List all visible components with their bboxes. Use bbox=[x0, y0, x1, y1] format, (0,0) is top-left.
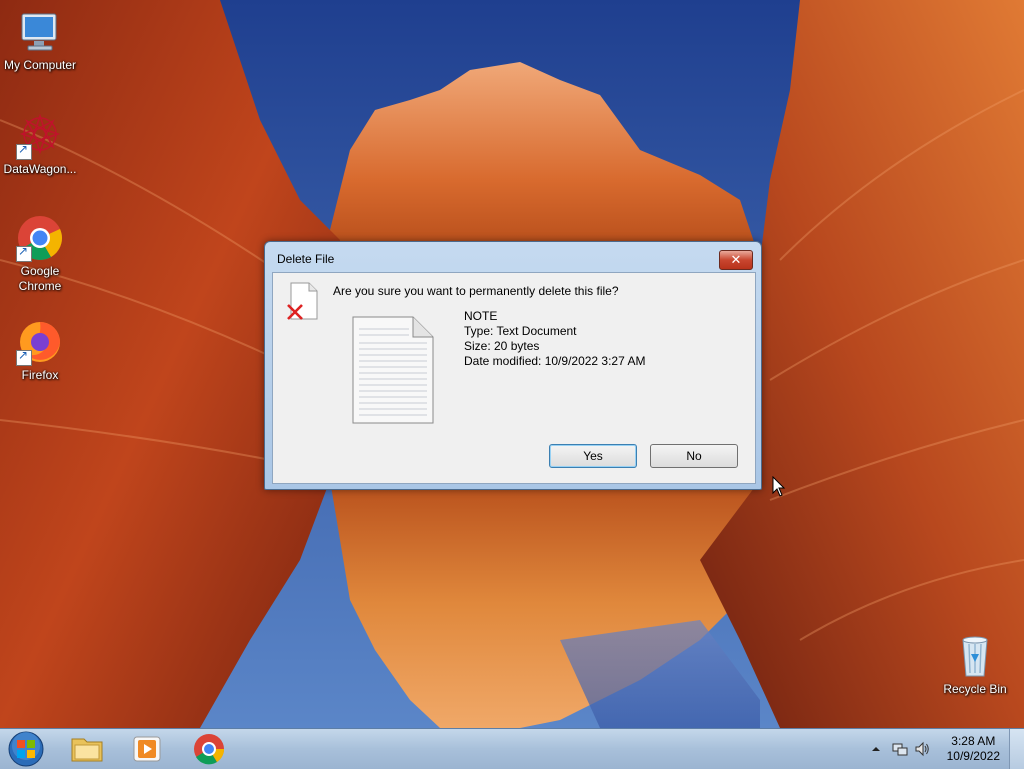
close-button[interactable]: ✕ bbox=[719, 250, 753, 270]
desktop-icon-label: Google Chrome bbox=[18, 264, 62, 293]
shortcut-arrow-icon bbox=[16, 348, 32, 366]
system-clock[interactable]: 3:28 AM 10/9/2022 bbox=[947, 734, 1000, 764]
taskbar: 3:28 AM 10/9/2022 bbox=[0, 728, 1024, 769]
desktop-icon-label: DataWagon... bbox=[3, 162, 77, 176]
dialog-title: Delete File bbox=[277, 252, 335, 266]
delete-file-warning-icon bbox=[285, 281, 321, 321]
show-desktop-button[interactable] bbox=[1009, 729, 1024, 769]
file-name: NOTE bbox=[464, 309, 498, 323]
desktop-icon-firefox[interactable]: Firefox bbox=[0, 318, 80, 383]
taskbar-chrome[interactable] bbox=[180, 731, 238, 767]
file-date-modified: Date modified: 10/9/2022 3:27 AM bbox=[464, 354, 646, 368]
desktop-icon-chrome[interactable]: Google Chrome bbox=[0, 214, 80, 294]
no-button[interactable]: No bbox=[650, 444, 738, 468]
datawagon-icon bbox=[16, 112, 64, 160]
media-player-icon bbox=[133, 736, 161, 762]
my-computer-icon bbox=[16, 8, 64, 56]
taskbar-media-player[interactable] bbox=[118, 731, 176, 767]
dialog-body: Are you sure you want to permanently del… bbox=[272, 272, 756, 484]
yes-button[interactable]: Yes bbox=[549, 444, 637, 468]
shortcut-arrow-icon bbox=[16, 142, 32, 160]
desktop-icon-label: Recycle Bin bbox=[943, 682, 1007, 696]
firefox-icon bbox=[16, 318, 64, 366]
recycle-bin-icon bbox=[951, 632, 999, 680]
mouse-cursor-icon bbox=[772, 476, 786, 497]
file-explorer-icon bbox=[71, 738, 103, 762]
confirm-question: Are you sure you want to permanently del… bbox=[333, 284, 619, 298]
desktop-icon-label: My Computer bbox=[3, 58, 77, 72]
shortcut-arrow-icon bbox=[16, 244, 32, 262]
network-icon[interactable] bbox=[892, 741, 908, 757]
clock-date: 10/9/2022 bbox=[946, 749, 1000, 763]
start-button[interactable] bbox=[4, 730, 48, 768]
volume-icon[interactable] bbox=[914, 741, 930, 757]
desktop-icon-label: Firefox bbox=[21, 368, 59, 382]
chrome-icon bbox=[16, 214, 64, 262]
desktop-icon-my-computer[interactable]: My Computer bbox=[0, 8, 80, 73]
file-size: Size: 20 bytes bbox=[464, 339, 540, 353]
file-type: Type: Text Document bbox=[464, 324, 577, 338]
text-document-icon bbox=[351, 315, 435, 425]
desktop-icon-recycle-bin[interactable]: Recycle Bin bbox=[935, 632, 1015, 697]
clock-time: 3:28 AM bbox=[951, 734, 996, 748]
taskbar-file-explorer[interactable] bbox=[58, 731, 116, 767]
delete-file-dialog[interactable]: Delete File ✕ Are you sure you want to p… bbox=[264, 241, 762, 490]
desktop-icon-datawagon[interactable]: DataWagon... bbox=[0, 112, 80, 177]
chrome-icon bbox=[194, 734, 225, 765]
show-hidden-icons[interactable] bbox=[868, 741, 884, 757]
